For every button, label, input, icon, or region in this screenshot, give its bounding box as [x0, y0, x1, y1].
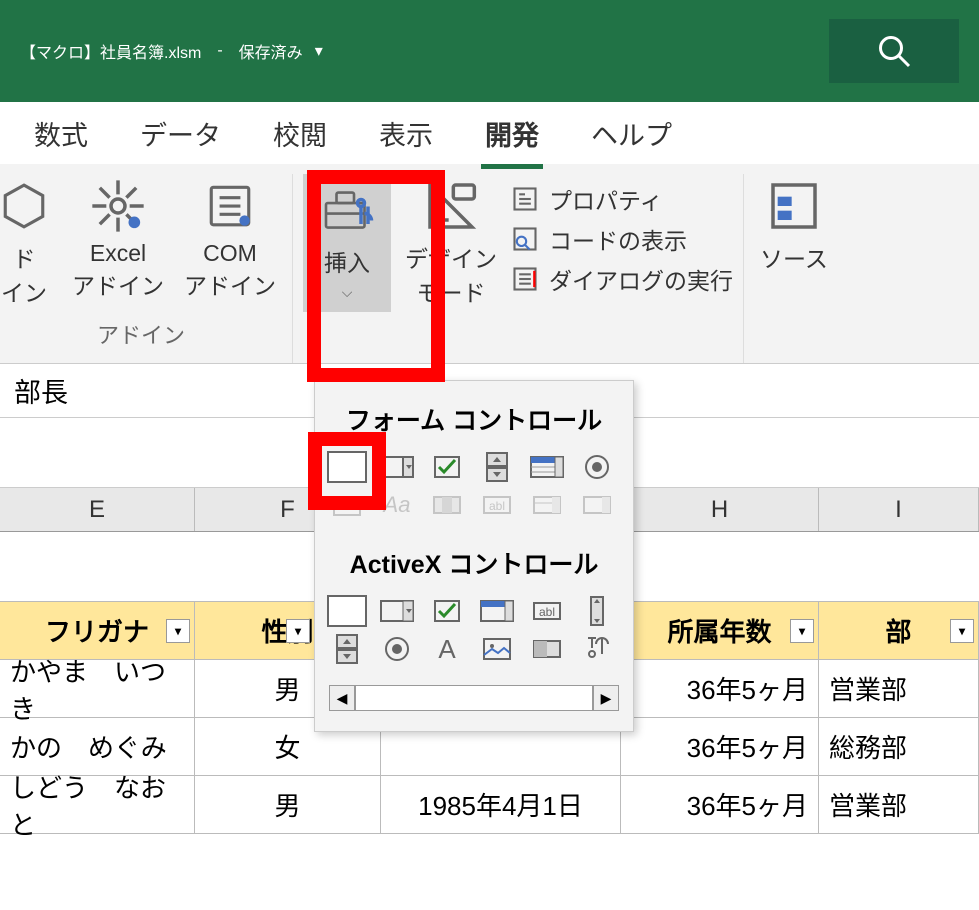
title-bar: 【マクロ】社員名簿.xlsm - 保存済み ▾	[0, 0, 979, 102]
properties-icon	[511, 185, 539, 213]
tab-help[interactable]: ヘルプ	[587, 100, 676, 167]
insert-button[interactable]: 挿入 ⌵	[303, 174, 391, 312]
ruler-triangle-icon	[423, 178, 479, 234]
activex-image-control[interactable]	[477, 633, 517, 665]
run-dialog-button[interactable]: ダイアログの実行	[511, 262, 733, 296]
activex-label-control[interactable]: A	[427, 633, 467, 665]
ribbon-tabs: 数式 データ 校閲 表示 開発 ヘルプ	[0, 102, 979, 164]
ribbon-content: ド イン Excel アドイン COM アドイン アドイン	[0, 164, 979, 364]
cell-tenure[interactable]: 36年5ヶ月	[621, 718, 819, 775]
activex-listbox-control[interactable]	[477, 595, 517, 627]
search-icon	[876, 33, 912, 69]
table-row: しどう なおと 男 1985年4月1日 36年5ヶ月 営業部	[0, 776, 979, 834]
xml-group: ソース	[744, 174, 844, 363]
formula-bar-value: 部長	[14, 371, 68, 410]
cell-furigana[interactable]: かの めぐみ	[0, 718, 195, 775]
source-pane-icon	[766, 178, 822, 234]
col-header-i[interactable]: I	[819, 488, 979, 531]
filter-button[interactable]: ▾	[286, 619, 310, 643]
activex-scrollbar-control[interactable]	[577, 595, 617, 627]
form-combo-list-control[interactable]	[527, 489, 567, 521]
tab-formulas[interactable]: 数式	[30, 100, 92, 167]
addins-group-label: アドイン	[97, 312, 185, 356]
activex-combobox-control[interactable]	[377, 595, 417, 627]
list-icon	[202, 178, 258, 234]
form-option-control[interactable]	[577, 451, 617, 483]
tab-review[interactable]: 校閲	[269, 100, 331, 167]
activex-spinner-control[interactable]	[327, 633, 367, 665]
hexagon-icon	[0, 178, 52, 234]
cell-tenure[interactable]: 36年5ヶ月	[621, 776, 819, 833]
tab-view[interactable]: 表示	[375, 100, 437, 167]
cell-date[interactable]: 1985年4月1日	[381, 776, 621, 833]
form-textfield-control[interactable]: abl	[477, 489, 517, 521]
filter-button[interactable]: ▾	[950, 619, 974, 643]
form-controls-header: フォーム コントロール	[315, 391, 633, 451]
svg-text:abl: abl	[539, 605, 555, 619]
cell-dept[interactable]: 総務部	[819, 718, 979, 775]
cell-gender[interactable]: 男	[195, 776, 381, 833]
filter-button[interactable]: ▾	[790, 619, 814, 643]
form-label-control[interactable]: Aa	[377, 489, 417, 521]
scroll-right-button[interactable]: ▶	[593, 685, 619, 711]
form-dropdown-combo-control[interactable]	[577, 489, 617, 521]
addins-button-partial[interactable]: ド イン	[0, 174, 58, 312]
cell-tenure[interactable]: 36年5ヶ月	[621, 660, 819, 717]
properties-button[interactable]: プロパティ	[511, 182, 733, 216]
cell-furigana[interactable]: かやま いつき	[0, 660, 195, 717]
activex-textbox-control[interactable]: abl	[527, 595, 567, 627]
header-furigana[interactable]: フリガナ ▾	[0, 602, 195, 659]
filter-button[interactable]: ▾	[166, 619, 190, 643]
search-box[interactable]	[829, 19, 959, 83]
com-addins-button[interactable]: COM アドイン	[178, 174, 282, 312]
form-combobox-control[interactable]	[377, 451, 417, 483]
col-header-h[interactable]: H	[621, 488, 819, 531]
activex-more-control[interactable]	[577, 633, 617, 665]
activex-toggle-control[interactable]	[527, 633, 567, 665]
tab-developer[interactable]: 開発	[481, 100, 543, 167]
chevron-down-icon: ⌵	[342, 284, 353, 301]
scroll-track[interactable]	[355, 685, 593, 711]
form-scrollbar-control[interactable]	[427, 489, 467, 521]
activex-checkbox-control[interactable]	[427, 595, 467, 627]
controls-group: 挿入 ⌵ デザイン モード プロパティ コードの表示	[293, 174, 744, 363]
source-button[interactable]: ソース	[754, 174, 834, 278]
code-icon	[511, 225, 539, 253]
design-mode-button[interactable]: デザイン モード	[399, 174, 503, 312]
tab-data[interactable]: データ	[136, 100, 225, 167]
gear-icon	[90, 178, 146, 234]
cell-dept[interactable]: 営業部	[819, 660, 979, 717]
dialog-icon	[511, 265, 539, 293]
activex-button-control[interactable]	[327, 595, 367, 627]
file-title: 【マクロ】社員名簿.xlsm	[20, 39, 201, 63]
toolbox-icon	[319, 182, 375, 238]
form-checkbox-control[interactable]	[427, 451, 467, 483]
scroll-left-button[interactable]: ◀	[329, 685, 355, 711]
col-header-e[interactable]: E	[0, 488, 195, 531]
form-listbox-control[interactable]	[527, 451, 567, 483]
dropdown-scrollbar[interactable]: ◀ ▶	[315, 679, 633, 721]
saved-status: 保存済み	[239, 39, 303, 63]
activex-controls-header: ActiveX コントロール	[315, 535, 633, 595]
insert-dropdown: フォーム コントロール Aa abl ActiveX コントロール abl A …	[314, 380, 634, 732]
chevron-down-icon[interactable]: ▾	[315, 41, 323, 61]
header-dept[interactable]: 部 ▾	[819, 602, 979, 659]
form-spinner-control[interactable]	[477, 451, 517, 483]
svg-text:abl: abl	[489, 499, 505, 513]
form-groupbox-control[interactable]	[327, 489, 367, 521]
cell-furigana[interactable]: しどう なおと	[0, 776, 195, 833]
form-button-control[interactable]	[327, 451, 367, 483]
view-code-button[interactable]: コードの表示	[511, 222, 733, 256]
header-tenure[interactable]: 所属年数 ▾	[621, 602, 819, 659]
excel-addins-button[interactable]: Excel アドイン	[66, 174, 170, 312]
cell-dept[interactable]: 営業部	[819, 776, 979, 833]
activex-option-control[interactable]	[377, 633, 417, 665]
addins-group: ド イン Excel アドイン COM アドイン アドイン	[0, 174, 293, 363]
